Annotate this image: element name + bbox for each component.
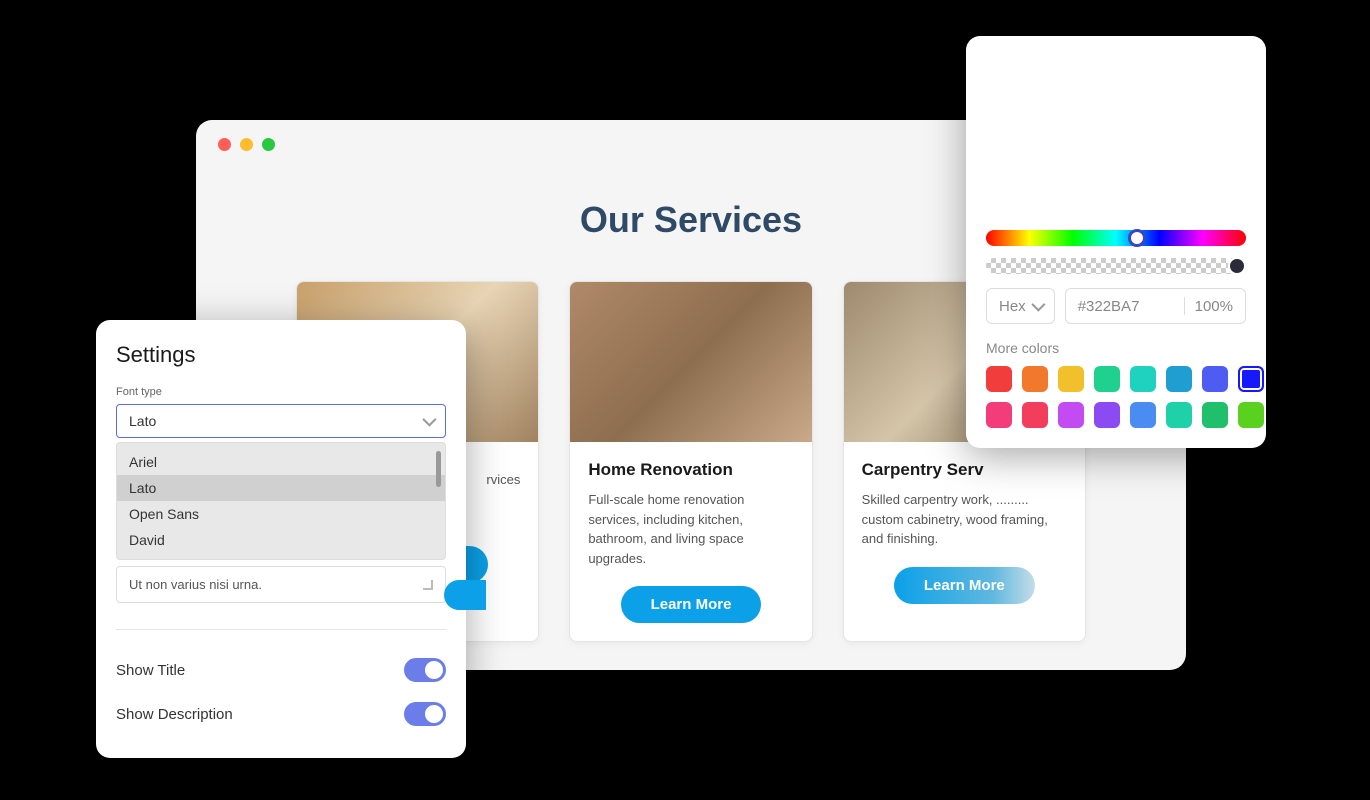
more-colors-label: More colors bbox=[986, 340, 1246, 356]
font-option[interactable]: Ariel bbox=[117, 449, 445, 475]
color-swatch[interactable] bbox=[1094, 366, 1120, 392]
color-swatch[interactable] bbox=[1058, 402, 1084, 428]
hue-slider[interactable] bbox=[986, 230, 1246, 246]
color-swatch-grid bbox=[986, 366, 1246, 428]
color-swatch[interactable] bbox=[1202, 402, 1228, 428]
color-format-select[interactable]: Hex bbox=[986, 288, 1055, 324]
show-description-label: Show Description bbox=[116, 706, 233, 723]
alpha-slider[interactable] bbox=[986, 258, 1246, 274]
input-divider bbox=[1184, 297, 1185, 315]
hex-input[interactable]: #322BA7 100% bbox=[1065, 288, 1246, 324]
font-type-dropdown: Ariel Lato Open Sans David bbox=[116, 442, 446, 560]
service-card-description: Skilled carpentry work, ......... custom… bbox=[862, 490, 1067, 549]
show-description-toggle[interactable] bbox=[404, 702, 446, 726]
show-title-row: Show Title bbox=[116, 648, 446, 692]
color-input-row: Hex #322BA7 100% bbox=[986, 288, 1246, 324]
learn-more-button[interactable]: Learn More bbox=[894, 567, 1035, 604]
color-swatch[interactable] bbox=[1166, 402, 1192, 428]
color-swatch[interactable] bbox=[1238, 366, 1264, 392]
color-picker-panel: Hex #322BA7 100% More colors bbox=[966, 36, 1266, 448]
description-textarea[interactable]: Ut non varius nisi urna. bbox=[116, 566, 446, 603]
chevron-down-icon bbox=[1031, 298, 1045, 312]
service-card-image bbox=[570, 282, 811, 442]
service-card-title: Home Renovation bbox=[588, 460, 793, 480]
service-card-description: Full-scale home renovation services, inc… bbox=[588, 490, 793, 568]
color-swatch[interactable] bbox=[1022, 402, 1048, 428]
color-swatch[interactable] bbox=[1058, 366, 1084, 392]
color-saturation-canvas[interactable] bbox=[986, 56, 1246, 216]
hex-value: #322BA7 bbox=[1078, 298, 1174, 315]
learn-more-button-stub bbox=[444, 580, 486, 610]
settings-panel: Settings Font type Lato Ariel Lato Open … bbox=[96, 320, 466, 758]
divider bbox=[116, 629, 446, 630]
color-swatch[interactable] bbox=[1130, 402, 1156, 428]
service-card: Home Renovation Full-scale home renovati… bbox=[569, 281, 812, 642]
chevron-down-icon bbox=[422, 413, 436, 427]
font-option[interactable]: David bbox=[117, 527, 445, 553]
dropdown-scrollbar[interactable] bbox=[436, 451, 441, 487]
color-swatch[interactable] bbox=[1094, 402, 1120, 428]
show-title-toggle[interactable] bbox=[404, 658, 446, 682]
show-title-label: Show Title bbox=[116, 662, 185, 679]
settings-title: Settings bbox=[116, 342, 446, 368]
learn-more-button[interactable]: Learn More bbox=[621, 586, 762, 623]
font-type-select[interactable]: Lato bbox=[116, 404, 446, 438]
font-type-selected-value: Lato bbox=[129, 413, 156, 429]
show-description-row: Show Description bbox=[116, 692, 446, 736]
font-type-label: Font type bbox=[116, 386, 446, 398]
window-minimize-button[interactable] bbox=[240, 138, 253, 151]
alpha-value: 100% bbox=[1195, 298, 1233, 315]
hue-slider-thumb[interactable] bbox=[1128, 229, 1146, 247]
window-maximize-button[interactable] bbox=[262, 138, 275, 151]
color-swatch[interactable] bbox=[1238, 402, 1264, 428]
color-swatch[interactable] bbox=[1130, 366, 1156, 392]
alpha-slider-thumb[interactable] bbox=[1228, 257, 1246, 275]
color-swatch[interactable] bbox=[986, 366, 1012, 392]
resize-handle-icon[interactable] bbox=[423, 580, 433, 590]
service-card-title: Carpentry Serv bbox=[862, 460, 1067, 480]
color-swatch[interactable] bbox=[1022, 366, 1048, 392]
color-swatch[interactable] bbox=[986, 402, 1012, 428]
color-swatch[interactable] bbox=[1202, 366, 1228, 392]
textarea-value: Ut non varius nisi urna. bbox=[129, 577, 262, 592]
color-format-value: Hex bbox=[999, 298, 1026, 315]
font-option[interactable]: Open Sans bbox=[117, 501, 445, 527]
window-close-button[interactable] bbox=[218, 138, 231, 151]
font-option[interactable]: Lato bbox=[117, 475, 445, 501]
color-swatch[interactable] bbox=[1166, 366, 1192, 392]
